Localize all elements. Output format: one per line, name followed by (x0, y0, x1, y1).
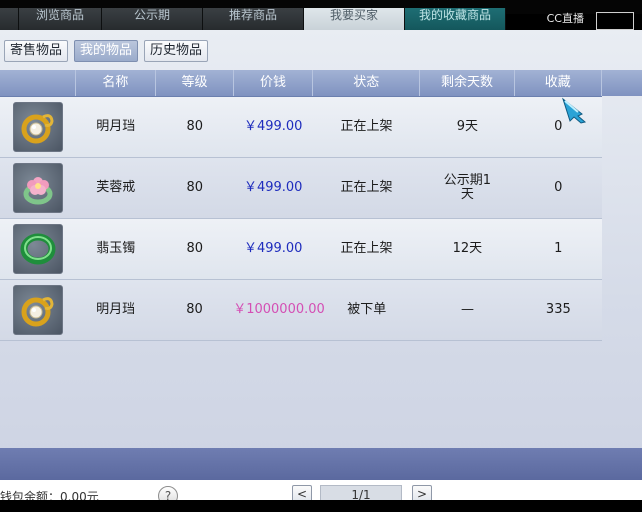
item-price: ￥1000000.00 (233, 302, 325, 317)
flower-ring-icon (12, 163, 63, 213)
top-tab-favorites[interactable]: 我的收藏商品 (405, 8, 506, 30)
item-days: — (461, 302, 475, 317)
top-tab-buyers[interactable]: 我要买家 (304, 8, 405, 30)
top-tab-browse[interactable]: 浏览商品 (19, 8, 102, 30)
pearl-earring-icon (12, 285, 63, 335)
item-status: 正在上架 (340, 119, 393, 134)
col-status[interactable]: 状态 (313, 70, 421, 96)
col-price[interactable]: 价钱 (234, 70, 314, 96)
main-panel: 寄售物品 我的物品 历史物品 名称 等级 价钱 状态 剩余天数 收藏 明月珰 8… (0, 30, 642, 480)
item-level: 80 (186, 119, 203, 134)
feather-cursor-icon (560, 96, 588, 128)
item-favorites: 1 (554, 241, 563, 256)
item-level: 80 (186, 302, 203, 317)
item-days-cell: 公示期1天 (420, 174, 514, 202)
col-days[interactable]: 剩余天数 (420, 70, 515, 96)
item-price: ￥499.00 (243, 119, 303, 134)
table-row[interactable]: 明月珰 80 ￥1000000.00 被下单 — 335 (0, 280, 602, 341)
item-name: 翡玉镯 (96, 241, 136, 256)
col-name[interactable]: 名称 (76, 70, 157, 96)
logo: CC直播 (546, 12, 584, 25)
table-row[interactable]: 翡玉镯 80 ￥499.00 正在上架 12天 1 (0, 219, 602, 280)
top-tab-recommended[interactable]: 推荐商品 (203, 8, 304, 30)
subtab-bar: 寄售物品 我的物品 历史物品 (4, 40, 209, 62)
item-price: ￥499.00 (243, 180, 303, 195)
item-icon-cell (0, 285, 75, 335)
col-favorites[interactable]: 收藏 (515, 70, 603, 96)
item-price: ￥499.00 (243, 241, 303, 256)
subtab-history[interactable]: 历史物品 (144, 40, 209, 62)
item-name: 明月珰 (96, 119, 136, 134)
item-name: 明月珰 (96, 302, 136, 317)
item-level: 80 (186, 180, 203, 195)
item-name: 芙蓉戒 (96, 180, 136, 195)
pearl-earring-icon (12, 102, 63, 152)
item-level: 80 (186, 241, 203, 256)
logo-frame (596, 12, 634, 30)
item-table: 明月珰 80 ￥499.00 正在上架 9天 0 芙蓉戒 80 ￥499.00 … (0, 97, 602, 341)
empty-list-area (0, 338, 642, 448)
table-header-filler (602, 70, 642, 96)
item-status: 正在上架 (340, 241, 393, 256)
bottom-black-strip (0, 500, 642, 512)
item-days: 12天 (452, 241, 483, 256)
col-level[interactable]: 等级 (156, 70, 234, 96)
item-icon-cell (0, 102, 76, 152)
table-row[interactable]: 芙蓉戒 80 ￥499.00 正在上架 公示期1天 0 (0, 158, 602, 219)
item-favorites: 335 (545, 302, 571, 317)
item-favorites: 0 (554, 119, 563, 134)
col-icon (0, 70, 76, 96)
item-icon-cell (0, 163, 76, 213)
table-row[interactable]: 明月珰 80 ￥499.00 正在上架 9天 0 (0, 97, 602, 158)
top-tab-spacer (0, 8, 19, 30)
item-favorites: 0 (554, 180, 563, 195)
subtab-my-items[interactable]: 我的物品 (74, 40, 139, 62)
subtab-consignment[interactable]: 寄售物品 (4, 40, 69, 62)
item-days: 公示期1天 (443, 173, 492, 202)
item-days: 9天 (456, 119, 479, 134)
table-header: 名称 等级 价钱 状态 剩余天数 收藏 (0, 70, 603, 97)
jade-bracelet-icon (12, 224, 63, 274)
item-icon-cell (0, 224, 76, 274)
item-status: 被下单 (347, 302, 387, 317)
item-status: 正在上架 (340, 180, 393, 195)
panel-bottom-bar (0, 448, 642, 480)
top-tab-public[interactable]: 公示期 (102, 8, 203, 30)
